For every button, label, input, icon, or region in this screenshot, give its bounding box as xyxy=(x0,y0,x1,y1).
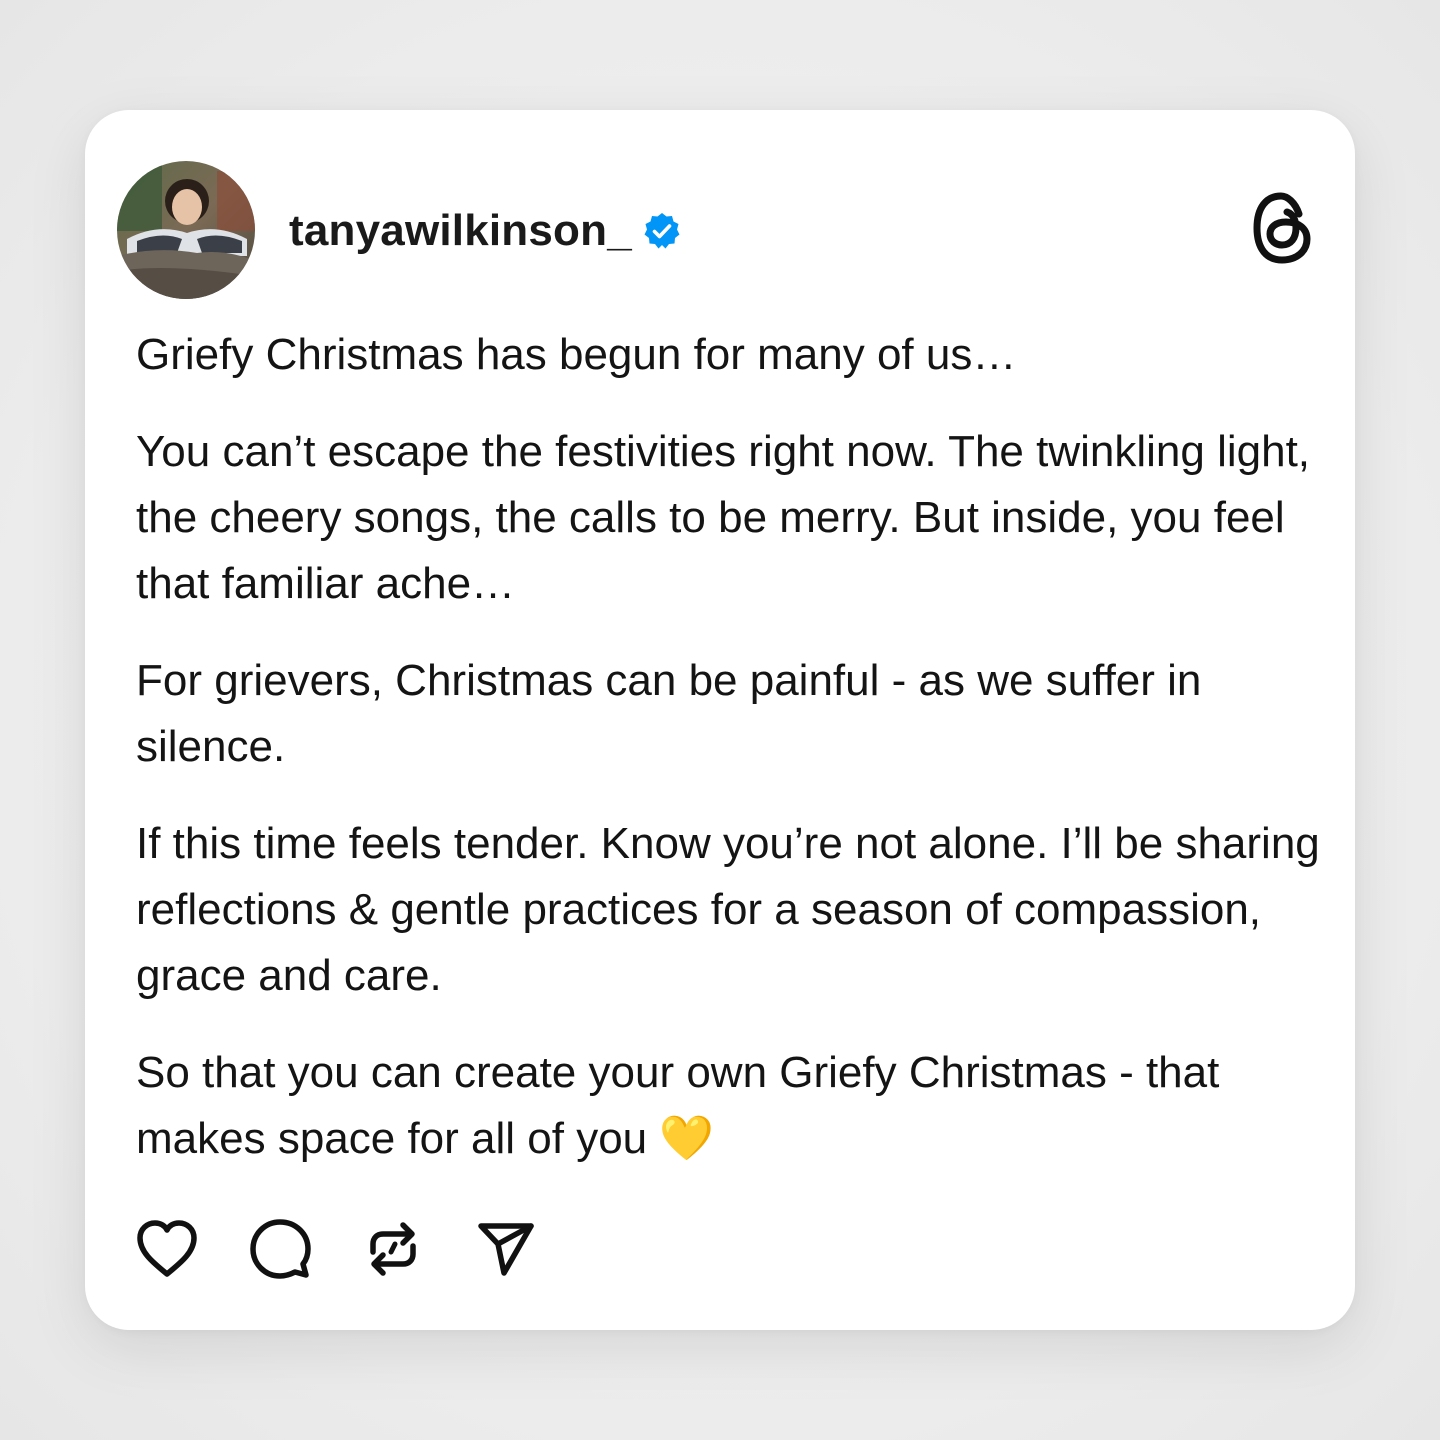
post-paragraph-2: You can’t escape the festivities right n… xyxy=(136,427,1311,608)
avatar[interactable] xyxy=(117,161,255,299)
post-paragraph-5: So that you can create your own Griefy C… xyxy=(136,1048,1220,1163)
like-button[interactable] xyxy=(133,1215,201,1283)
post-text: Griefy Christmas has begun for many of u… xyxy=(136,322,1336,1203)
post-paragraph-4: If this time feels tender. Know you’re n… xyxy=(136,819,1320,1000)
repost-icon xyxy=(365,1218,421,1280)
post-paragraph-1: Griefy Christmas has begun for many of u… xyxy=(136,330,1017,379)
verified-badge-icon xyxy=(642,211,682,251)
comment-button[interactable] xyxy=(246,1215,314,1283)
post-header: tanyawilkinson_ xyxy=(117,160,1315,300)
send-icon xyxy=(476,1220,536,1278)
post-actions xyxy=(133,1215,585,1283)
repost-button[interactable] xyxy=(359,1215,427,1283)
threads-logo-icon[interactable] xyxy=(1251,190,1315,266)
post-paragraph-3: For grievers, Christmas can be painful -… xyxy=(136,656,1202,771)
username[interactable]: tanyawilkinson_ xyxy=(289,206,632,256)
share-button[interactable] xyxy=(472,1215,540,1283)
post-card: tanyawilkinson_ Griefy Christmas has beg… xyxy=(85,110,1355,1330)
comment-bubble-icon xyxy=(249,1218,311,1280)
heart-icon xyxy=(135,1219,199,1279)
username-row: tanyawilkinson_ xyxy=(289,206,682,256)
